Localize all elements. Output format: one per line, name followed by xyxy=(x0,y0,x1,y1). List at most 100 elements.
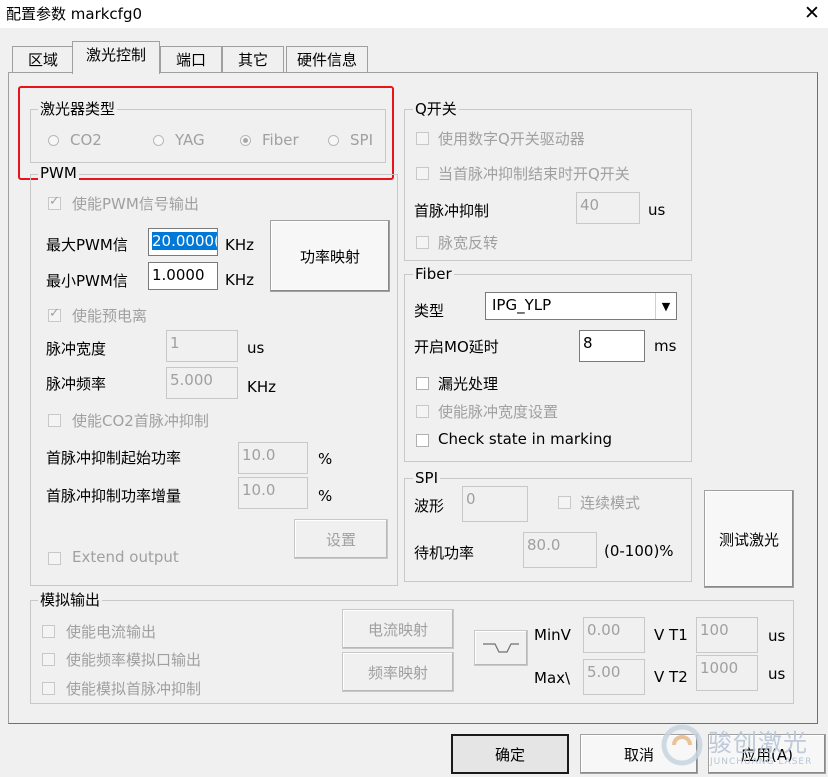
current-output-checkbox[interactable] xyxy=(42,625,55,638)
vt1-label: V T1 xyxy=(654,626,688,644)
watermark: 骏创激光 JUNCHUANG LASER xyxy=(656,717,828,777)
enable-preionization-label: 使能预电离 xyxy=(72,307,148,325)
minv-value: 0.00 xyxy=(587,621,621,639)
button-label: 电流映射 xyxy=(367,620,428,639)
standby-power-unit: (0-100)% xyxy=(604,542,674,560)
mo-delay-unit: ms xyxy=(654,337,677,355)
standby-power-label: 待机功率 xyxy=(414,544,475,562)
vt2-input[interactable]: 1000 xyxy=(696,655,758,691)
pulse-waveform-icon xyxy=(483,643,519,653)
waveform-input[interactable]: 0 xyxy=(462,486,528,522)
extend-output-checkbox[interactable] xyxy=(48,552,61,565)
freq-analog-label: 使能频率模拟口输出 xyxy=(66,651,202,669)
mo-delay-label: 开启MO延时 xyxy=(414,338,499,356)
vt1-input[interactable]: 100 xyxy=(696,617,758,653)
pulse-width-input[interactable]: 1 xyxy=(166,330,238,362)
first-pulse-start-power-input[interactable]: 10.0 xyxy=(238,442,308,474)
tab-label: 其它 xyxy=(237,51,268,69)
first-pulse-analog-checkbox[interactable] xyxy=(42,682,55,695)
max-pwm-unit: KHz xyxy=(225,236,254,254)
frequency-map-button[interactable]: 频率映射 xyxy=(342,652,454,692)
ok-button[interactable]: 确定 xyxy=(451,734,569,774)
check-state-checkbox[interactable] xyxy=(416,434,429,447)
standby-power-value: 80.0 xyxy=(527,536,561,554)
enable-co2-first-pulse-checkbox[interactable] xyxy=(48,414,61,427)
vt1-unit: us xyxy=(768,627,786,645)
maxv-input[interactable]: 5.00 xyxy=(583,659,645,695)
current-output-label: 使能电流输出 xyxy=(66,623,157,641)
analog-output-legend: 模拟输出 xyxy=(38,591,103,609)
pulse-width-label: 脉冲宽度 xyxy=(46,340,107,358)
enable-co2-first-pulse-label: 使能CO2首脉冲抑制 xyxy=(72,412,209,430)
maxv-value: 5.00 xyxy=(587,663,621,681)
fiber-legend: Fiber xyxy=(413,265,454,283)
first-pulse-start-power-label: 首脉冲抑制起始功率 xyxy=(46,449,182,467)
pulse-width-setting-checkbox[interactable] xyxy=(416,405,429,418)
continuous-mode-label: 连续模式 xyxy=(580,494,641,512)
button-label: 确定 xyxy=(494,745,525,764)
button-label: 功率映射 xyxy=(299,247,360,266)
freq-analog-checkbox[interactable] xyxy=(42,653,55,666)
max-pwm-label: 最大PWM信 xyxy=(46,236,128,254)
tab-hardware-info[interactable]: 硬件信息 xyxy=(286,46,368,72)
chevron-down-icon[interactable]: ▼ xyxy=(655,293,676,319)
watermark-en: JUNCHUANG LASER xyxy=(710,757,813,767)
qswitch-first-pulse-input[interactable]: 40 xyxy=(576,192,640,224)
mo-delay-value: 8 xyxy=(583,334,593,352)
minv-label: MinV xyxy=(534,626,571,644)
digital-qswitch-checkbox[interactable] xyxy=(416,132,429,145)
pulse-frequency-unit: KHz xyxy=(247,378,276,396)
tab-label: 端口 xyxy=(175,51,206,69)
open-qswitch-after-checkbox[interactable] xyxy=(416,167,429,180)
fiber-type-select[interactable]: IPG_YLP ▼ xyxy=(485,292,677,320)
max-pwm-input[interactable]: 20.0000( xyxy=(148,228,218,256)
standby-power-input[interactable]: 80.0 xyxy=(523,532,597,568)
tab-region[interactable]: 区域 xyxy=(12,46,74,72)
maxv-label: Max\ xyxy=(534,669,571,687)
tab-laser-control[interactable]: 激光控制 xyxy=(72,41,160,74)
qswitch-first-pulse-label: 首脉冲抑制 xyxy=(414,202,490,220)
pulse-invert-checkbox[interactable] xyxy=(416,236,429,249)
pulse-invert-label: 脉宽反转 xyxy=(438,234,499,252)
vt2-unit: us xyxy=(768,665,786,683)
pulse-frequency-input[interactable]: 5.000 xyxy=(166,367,238,399)
tab-port[interactable]: 端口 xyxy=(160,46,222,72)
close-icon[interactable]: ✕ xyxy=(797,0,827,28)
first-pulse-start-power-value: 10.0 xyxy=(242,446,276,464)
pulse-width-unit: us xyxy=(247,339,265,357)
enable-pwm-checkbox[interactable] xyxy=(48,194,61,210)
first-pulse-analog-label: 使能模拟首脉冲抑制 xyxy=(66,680,202,698)
vt2-label: V T2 xyxy=(654,668,688,686)
check-state-label: Check state in marking xyxy=(438,430,612,448)
current-map-button[interactable]: 电流映射 xyxy=(342,609,454,649)
mo-delay-input[interactable]: 8 xyxy=(579,330,645,362)
test-laser-button[interactable]: 测试激光 xyxy=(704,490,794,588)
power-map-button[interactable]: 功率映射 xyxy=(270,220,390,292)
fiber-type-value: IPG_YLP xyxy=(492,296,552,314)
leak-handling-checkbox[interactable] xyxy=(416,377,429,390)
qswitch-first-pulse-value: 40 xyxy=(580,196,600,214)
enable-preionization-checkbox[interactable] xyxy=(48,306,61,322)
waveform-preview-button[interactable] xyxy=(474,630,528,666)
pulse-frequency-value: 5.000 xyxy=(170,371,213,389)
first-pulse-increment-unit: % xyxy=(318,487,333,505)
button-label: 取消 xyxy=(623,745,654,764)
leak-handling-label: 漏光处理 xyxy=(438,375,499,393)
brand-logo-icon xyxy=(661,724,703,766)
button-label: 测试激光 xyxy=(718,530,779,549)
enable-pwm-label: 使能PWM信号输出 xyxy=(72,195,199,213)
fiber-type-label: 类型 xyxy=(414,302,445,320)
settings-button[interactable]: 设置 xyxy=(294,519,388,559)
first-pulse-increment-input[interactable]: 10.0 xyxy=(238,477,308,509)
vt1-value: 100 xyxy=(700,621,729,639)
min-pwm-value: 1.0000 xyxy=(152,266,205,284)
tab-label: 激光控制 xyxy=(85,46,146,64)
continuous-mode-checkbox[interactable] xyxy=(558,496,571,509)
qswitch-first-pulse-unit: us xyxy=(648,201,666,219)
pulse-width-setting-label: 使能脉冲宽度设置 xyxy=(438,403,559,421)
extend-output-label: Extend output xyxy=(72,548,179,566)
tab-other[interactable]: 其它 xyxy=(222,46,284,72)
min-pwm-input[interactable]: 1.0000 xyxy=(148,262,218,290)
minv-input[interactable]: 0.00 xyxy=(583,617,645,653)
waveform-label: 波形 xyxy=(414,497,445,515)
